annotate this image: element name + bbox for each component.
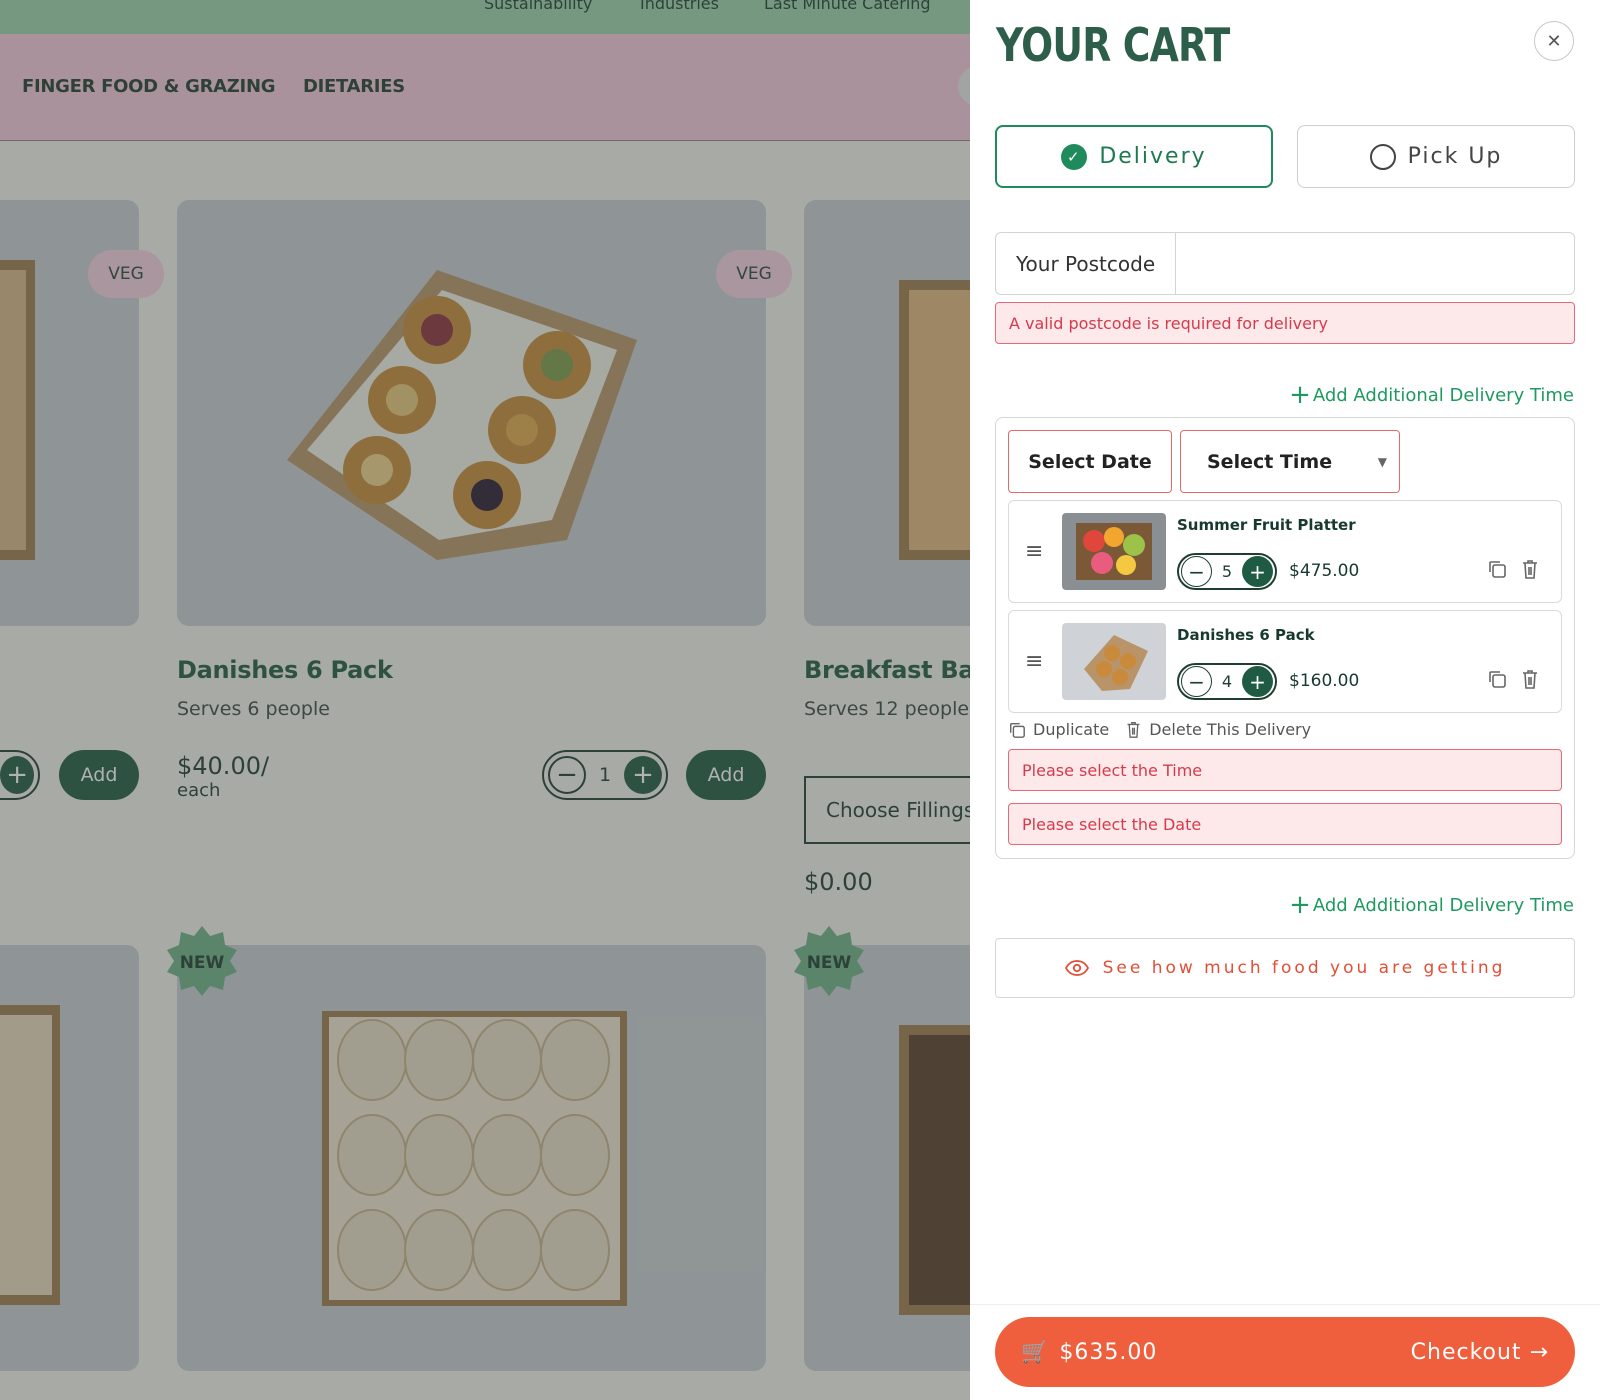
chevron-down-icon: ▼ [1377, 455, 1387, 469]
item-name: Summer Fruit Platter [1177, 516, 1356, 534]
delivery-option-button[interactable]: ✓ Delivery [995, 125, 1273, 188]
duplicate-icon [1009, 722, 1025, 738]
minus-icon[interactable]: − [1181, 666, 1212, 697]
checkout-label: Checkout [1410, 1339, 1522, 1365]
close-button[interactable]: ✕ [1534, 21, 1574, 61]
close-icon: ✕ [1546, 30, 1562, 52]
cart-panel: YOUR CART ✕ ✓ Delivery Pick Up Your Post… [970, 0, 1600, 1400]
trash-icon[interactable] [1520, 558, 1540, 580]
plus-icon[interactable]: + [1242, 666, 1273, 697]
drag-handle-icon[interactable]: ≡ [1025, 649, 1043, 674]
postcode-field: Your Postcode [995, 232, 1575, 295]
plus-icon: + [1289, 380, 1311, 410]
quantity-stepper: − 5 + [1177, 553, 1277, 590]
delivery-label: Delivery [1099, 144, 1207, 169]
plus-icon[interactable]: + [1242, 556, 1273, 587]
add-delivery-time-label: Add Additional Delivery Time [1312, 384, 1574, 406]
delete-label: Delete This Delivery [1149, 720, 1312, 739]
item-thumbnail [1062, 513, 1166, 590]
duplicate-delivery-button[interactable]: Duplicate [1008, 720, 1109, 739]
item-price: $160.00 [1289, 671, 1360, 691]
see-food-label: See how much food you are getting [1102, 958, 1506, 978]
pickup-label: Pick Up [1407, 144, 1503, 169]
item-quantity: 4 [1221, 672, 1233, 691]
trash-icon[interactable] [1520, 668, 1540, 690]
duplicate-icon[interactable] [1487, 559, 1507, 579]
add-delivery-time-link[interactable]: + Add Additional Delivery Time [1289, 892, 1574, 918]
plus-icon: + [1289, 890, 1311, 920]
checkout-button[interactable]: 🛒 $635.00 Checkout → [995, 1317, 1575, 1387]
modal-backdrop[interactable] [0, 0, 970, 1400]
select-time-dropdown[interactable]: Select Time ▼ [1180, 430, 1400, 493]
postcode-input[interactable] [1176, 233, 1574, 294]
total-amount: $635.00 [1059, 1339, 1158, 1365]
item-price: $475.00 [1289, 561, 1360, 581]
select-time-label: Select Time [1207, 450, 1333, 473]
radio-icon [1369, 143, 1396, 170]
drag-handle-icon[interactable]: ≡ [1025, 539, 1043, 564]
pickup-option-button[interactable]: Pick Up [1297, 125, 1575, 188]
item-quantity: 5 [1221, 562, 1233, 581]
item-name: Danishes 6 Pack [1177, 626, 1315, 644]
item-thumbnail [1062, 623, 1166, 700]
duplicate-icon[interactable] [1487, 669, 1507, 689]
date-error: Please select the Date [1008, 803, 1562, 845]
cart-total: 🛒 $635.00 [1021, 1340, 1157, 1365]
postcode-label: Your Postcode [996, 233, 1176, 294]
time-error: Please select the Time [1008, 749, 1562, 791]
delete-delivery-button[interactable]: Delete This Delivery [1125, 720, 1311, 739]
cart-title: YOUR CART [996, 18, 1230, 72]
check-icon: ✓ [1061, 143, 1088, 170]
arrow-right-icon: → [1529, 1339, 1549, 1365]
quantity-stepper: − 4 + [1177, 663, 1277, 700]
duplicate-label: Duplicate [1033, 720, 1110, 739]
cart-item: ≡ Summer Fruit Platter − 5 + $475.00 [1008, 500, 1562, 603]
trash-icon [1127, 722, 1140, 738]
see-food-button[interactable]: See how much food you are getting [995, 938, 1575, 998]
cart-item: ≡ Danishes 6 Pack − 4 + $160.00 [1008, 610, 1562, 713]
checkout-label-wrap: Checkout → [1411, 1340, 1549, 1365]
eye-icon [1064, 960, 1089, 976]
cart-icon: 🛒 [1021, 1339, 1050, 1365]
add-delivery-time-label: Add Additional Delivery Time [1312, 894, 1574, 916]
add-delivery-time-link[interactable]: + Add Additional Delivery Time [1289, 382, 1574, 408]
select-date-button[interactable]: Select Date [1008, 430, 1172, 493]
postcode-error: A valid postcode is required for deliver… [995, 302, 1575, 344]
checkout-bar: 🛒 $635.00 Checkout → [970, 1304, 1600, 1400]
delivery-actions: Duplicate Delete This Delivery [1008, 720, 1327, 739]
minus-icon[interactable]: − [1181, 556, 1212, 587]
